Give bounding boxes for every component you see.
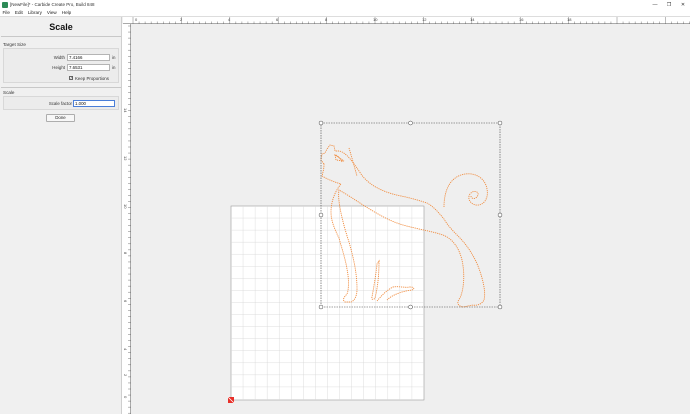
width-unit: in [112,55,116,60]
window-title: [NewFile]* - Carbide Create Pro, Build 8… [10,2,95,7]
origin-marker-icon [227,396,235,404]
panel-title: Scale [49,22,73,32]
menu-help[interactable]: Help [59,10,73,15]
height-label: Height [52,65,65,70]
resize-handle-bottom-right[interactable] [497,304,503,310]
top-ruler-label: 6 [276,17,279,22]
target-size-label: Target Size [3,42,26,47]
horizontal-ruler: 0 2 4 6 8 10 12 14 16 18 [123,17,690,24]
title-divider [1,36,121,37]
left-ruler-label: 8 [123,252,128,255]
title-bar: [NewFile]* - Carbide Create Pro, Build 8… [0,0,690,9]
canvas-drawing[interactable] [131,24,690,414]
top-ruler-label: 0 [135,17,138,22]
menu-view[interactable]: View [44,10,59,15]
width-label: Width [53,55,65,60]
top-ruler-label: 14 [470,17,475,22]
scale-panel: Scale Target Size Width 7.4166 in Height… [0,17,122,414]
left-ruler-label: 6 [123,300,128,303]
top-ruler-label: 10 [373,17,378,22]
resize-handle-top-left[interactable] [318,120,324,126]
menu-edit[interactable]: Edit [12,10,25,15]
menu-bar: File Edit Library View Help [0,9,690,17]
window-controls: — ❐ ✕ [648,0,690,9]
app-logo-icon [2,1,8,8]
resize-handle-bottom[interactable] [408,304,413,310]
scale-factor-input[interactable]: 1.000 [73,100,115,107]
width-input[interactable]: 7.4166 [67,54,110,61]
left-ruler-label: 14 [123,108,128,113]
top-ruler-label: 16 [519,17,524,22]
resize-handle-left[interactable] [318,212,324,218]
resize-handle-bottom-left[interactable] [318,304,324,310]
left-ruler-label: 2 [123,374,128,377]
resize-handle-right[interactable] [497,212,503,218]
left-ruler-label: 12 [123,156,128,161]
menu-file[interactable]: File [0,10,12,15]
vertical-ruler-ticks: 14 12 10 8 6 4 2 0 [123,25,131,414]
resize-handle-top-right[interactable] [497,120,503,126]
close-button[interactable]: ✕ [676,0,690,9]
scale-group: Scale factor 1.000 [3,96,119,110]
top-ruler-label: 2 [180,17,183,22]
keep-proportions-label: Keep Proportions [75,75,109,81]
target-size-group: Width 7.4166 in Height 7.6531 in ✓ Keep … [3,48,119,83]
top-ruler-label: 8 [325,17,328,22]
height-input[interactable]: 7.6531 [67,64,110,71]
vertical-ruler: 14 12 10 8 6 4 2 0 [122,24,131,414]
resize-handle-top[interactable] [408,120,413,126]
scale-factor-label: Scale factor [48,101,72,106]
done-button[interactable]: Done [46,114,75,122]
left-ruler-label: 10 [123,204,128,209]
minimize-button[interactable]: — [648,0,662,9]
top-ruler-label: 4 [228,17,231,22]
scale-section-label: Scale [3,90,15,95]
keep-proportions-checkbox[interactable]: ✓ [69,76,73,80]
top-ruler-label: 18 [567,17,572,22]
section-divider [1,87,121,88]
top-ruler-label: 12 [422,17,427,22]
design-canvas[interactable] [131,24,690,414]
left-ruler-label: 4 [123,348,128,351]
horizontal-ruler-ticks: 0 2 4 6 8 10 12 14 16 18 [132,17,690,24]
left-ruler-label: 0 [123,396,128,399]
menu-library[interactable]: Library [25,10,44,15]
height-unit: in [112,65,116,70]
restore-button[interactable]: ❐ [662,0,676,9]
cat-tail-curl [443,173,488,208]
